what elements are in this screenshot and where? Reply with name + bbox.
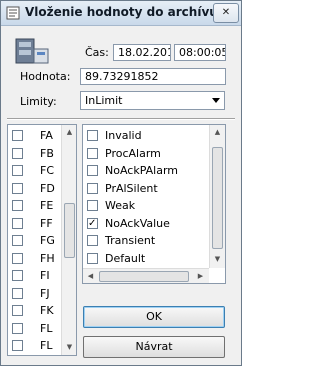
checkbox[interactable] (12, 322, 23, 334)
scroll-down-icon[interactable]: ▼ (210, 255, 225, 263)
window-title: Vloženie hodnoty do archívu (25, 5, 218, 19)
separator (7, 118, 235, 120)
date-field[interactable]: 18.02.2010 (113, 44, 171, 61)
flag-item[interactable]: NoAckValue (83, 216, 203, 232)
checkbox[interactable] (12, 217, 23, 229)
bit-item-label: FK (40, 304, 54, 317)
flag-item-label: ProcAlarm (105, 146, 161, 160)
bit-item-label: FH (40, 251, 55, 265)
flag-item-label: Default (105, 251, 146, 265)
left-checklist[interactable]: FA FB FC FD FE FF FG FH FI FJ FK FL FL ▲ ▼ (7, 124, 77, 356)
checkbox[interactable] (12, 147, 23, 159)
flag-item-label: Transient (105, 234, 156, 247)
flag-item[interactable]: Transient (83, 233, 203, 249)
flag-item[interactable]: Default (83, 251, 203, 267)
checkbox[interactable] (12, 130, 23, 141)
checkbox[interactable] (87, 165, 98, 176)
flags-scroll-thumb[interactable] (212, 147, 223, 249)
checkbox[interactable] (87, 252, 98, 264)
ok-button[interactable]: OK (83, 306, 225, 328)
checkbox[interactable] (87, 147, 98, 159)
checkbox[interactable] (12, 270, 23, 281)
checkbox[interactable] (12, 305, 23, 316)
flags-horizontal-scrollbar[interactable]: ◀ ▶ (83, 268, 209, 283)
checkbox[interactable] (12, 200, 23, 211)
scroll-right-icon[interactable]: ▶ (193, 272, 208, 280)
bit-item-label: FB (40, 146, 54, 160)
flags-vertical-scrollbar[interactable]: ▲ ▼ (209, 125, 225, 268)
left-vertical-scrollbar[interactable]: ▲ ▼ (61, 125, 76, 355)
checkbox[interactable] (87, 216, 98, 232)
limits-select[interactable]: InLimit (80, 91, 225, 110)
bit-item-label: FF (40, 216, 53, 230)
flag-item-label: NoAckValue (105, 216, 170, 230)
flag-item[interactable]: Weak (83, 198, 203, 214)
scroll-up-icon[interactable]: ▲ (62, 128, 76, 136)
close-button[interactable]: ✕ (213, 3, 239, 23)
chevron-down-icon (212, 98, 220, 103)
title-bar: Vloženie hodnoty do archívu ✕ (1, 1, 241, 26)
dialog-window: Vloženie hodnoty do archívu ✕ Čas: 18.02… (0, 0, 242, 366)
back-button[interactable]: Návrat (83, 336, 225, 358)
flag-item[interactable]: PrAlSilent (83, 181, 203, 197)
scroll-up-icon[interactable]: ▲ (210, 128, 225, 136)
checkbox[interactable] (12, 182, 23, 194)
checkbox[interactable] (12, 287, 23, 299)
flag-item[interactable]: NoAckPAlarm (83, 163, 203, 179)
app-icon (6, 6, 20, 20)
flag-item-label: Invalid (105, 129, 142, 142)
flags-checklist[interactable]: Invalid ProcAlarm NoAckPAlarm PrAlSilent Wea… (82, 124, 226, 284)
left-scroll-thumb[interactable] (64, 203, 75, 258)
scroll-down-icon[interactable]: ▼ (62, 343, 76, 351)
flag-item-label: PrAlSilent (105, 181, 158, 195)
bit-item-label: FE (40, 199, 54, 212)
checkbox[interactable] (12, 340, 23, 351)
bit-item-label: FL (40, 339, 53, 352)
checkbox[interactable] (87, 200, 98, 211)
ok-button-label: OK (146, 310, 162, 323)
limits-selected-value: InLimit (85, 94, 123, 107)
scroll-left-icon[interactable]: ◀ (83, 272, 98, 280)
checkbox[interactable] (87, 130, 98, 141)
bit-item-label: FA (40, 129, 53, 142)
time-field[interactable]: 08:00:05 (174, 44, 226, 61)
bit-item-label: FD (40, 181, 55, 195)
checkbox[interactable] (12, 252, 23, 264)
flag-item-label: Weak (105, 199, 136, 212)
checkbox[interactable] (87, 182, 98, 194)
time-label: Čas: (85, 46, 109, 59)
archive-icon (15, 38, 49, 64)
bit-item-label: FC (40, 164, 55, 177)
bit-item-label: FJ (40, 286, 50, 300)
checkbox[interactable] (12, 165, 23, 176)
checkbox[interactable] (87, 235, 98, 246)
back-button-label: Návrat (135, 340, 173, 353)
checkbox[interactable] (12, 235, 23, 246)
close-icon: ✕ (221, 7, 231, 18)
value-label: Hodnota: (20, 70, 71, 83)
flag-item-label: NoAckPAlarm (105, 164, 179, 177)
bit-item-label: FI (40, 269, 50, 282)
flags-hscroll-thumb[interactable] (99, 271, 189, 282)
flag-item[interactable]: ProcAlarm (83, 146, 203, 162)
bit-item-label: FG (40, 234, 55, 247)
value-field[interactable]: 89.73291852 (80, 68, 226, 85)
bit-item-label: FL (40, 321, 53, 335)
limits-label: Limity: (20, 95, 57, 108)
flag-item[interactable]: Invalid (83, 128, 203, 144)
